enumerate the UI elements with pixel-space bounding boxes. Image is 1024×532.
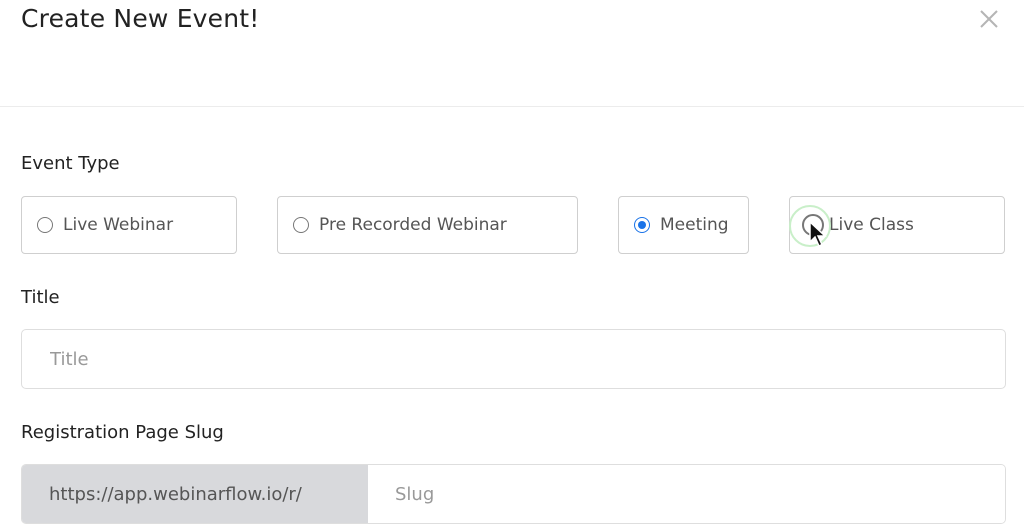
radio-live-webinar[interactable] xyxy=(37,217,53,233)
radio-meeting[interactable] xyxy=(634,217,650,233)
title-input[interactable] xyxy=(21,329,1006,389)
modal-header: Create New Event! xyxy=(0,0,1024,107)
slug-input[interactable] xyxy=(368,465,1005,523)
slug-input-group: https://app.webinarflow.io/r/ xyxy=(21,464,1006,524)
option-label: Meeting xyxy=(660,215,729,235)
slug-prefix: https://app.webinarflow.io/r/ xyxy=(22,465,368,523)
option-label: Pre Recorded Webinar xyxy=(319,215,507,235)
option-label: Live Class xyxy=(829,215,914,235)
modal-title: Create New Event! xyxy=(21,4,260,33)
event-type-option-live-class[interactable]: Live Class xyxy=(789,196,1005,254)
slug-label: Registration Page Slug xyxy=(21,422,224,443)
event-type-option-live-webinar[interactable]: Live Webinar xyxy=(21,196,237,254)
radio-live-class[interactable] xyxy=(802,214,824,236)
event-type-option-pre-recorded-webinar[interactable]: Pre Recorded Webinar xyxy=(277,196,578,254)
close-button[interactable] xyxy=(977,7,1001,31)
title-label: Title xyxy=(21,287,60,308)
event-type-label: Event Type xyxy=(21,153,120,174)
close-icon xyxy=(980,10,998,28)
radio-pre-recorded-webinar[interactable] xyxy=(293,217,309,233)
option-label: Live Webinar xyxy=(63,215,174,235)
event-type-option-meeting[interactable]: Meeting xyxy=(618,196,749,254)
